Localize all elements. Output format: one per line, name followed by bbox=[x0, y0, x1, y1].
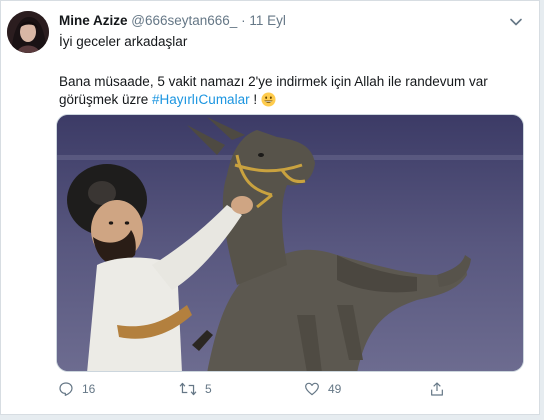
tweet-actions: 16 5 49 bbox=[1, 381, 541, 405]
author-handle[interactable]: @666seytan666_ bbox=[131, 13, 237, 28]
author-name[interactable]: Mine Azize bbox=[59, 13, 128, 28]
tweet-card[interactable]: Mine Azize @666seytan666_ · 11 Eyl İyi g… bbox=[0, 0, 540, 415]
grinning-face-emoji-icon bbox=[261, 92, 276, 112]
avatar[interactable] bbox=[7, 11, 49, 53]
tweet-media-image[interactable] bbox=[56, 114, 524, 372]
hashtag-link[interactable]: #HayırlıCumalar bbox=[152, 92, 250, 107]
chevron-down-icon[interactable] bbox=[509, 15, 523, 29]
heart-icon bbox=[305, 382, 319, 396]
share-button[interactable] bbox=[429, 381, 445, 397]
tweet-first-line: İyi geceler arkadaşlar bbox=[59, 34, 188, 49]
retweet-button[interactable]: 5 bbox=[179, 381, 212, 397]
retweet-icon bbox=[179, 382, 197, 396]
like-button[interactable]: 49 bbox=[304, 381, 341, 397]
tweet-body-end: ! bbox=[249, 92, 258, 107]
like-count: 49 bbox=[328, 382, 342, 396]
share-icon bbox=[431, 382, 443, 396]
tweet-date[interactable]: 11 Eyl bbox=[249, 13, 286, 28]
retweet-count: 5 bbox=[205, 382, 212, 396]
separator-dot: · bbox=[241, 13, 246, 28]
reply-count: 16 bbox=[82, 382, 96, 396]
tweet-header: Mine Azize @666seytan666_ · 11 Eyl bbox=[59, 13, 286, 28]
reply-icon bbox=[59, 382, 73, 396]
tweet-body: Bana müsaade, 5 vakit namazı 2'ye indirm… bbox=[59, 73, 529, 112]
reply-button[interactable]: 16 bbox=[58, 381, 95, 397]
